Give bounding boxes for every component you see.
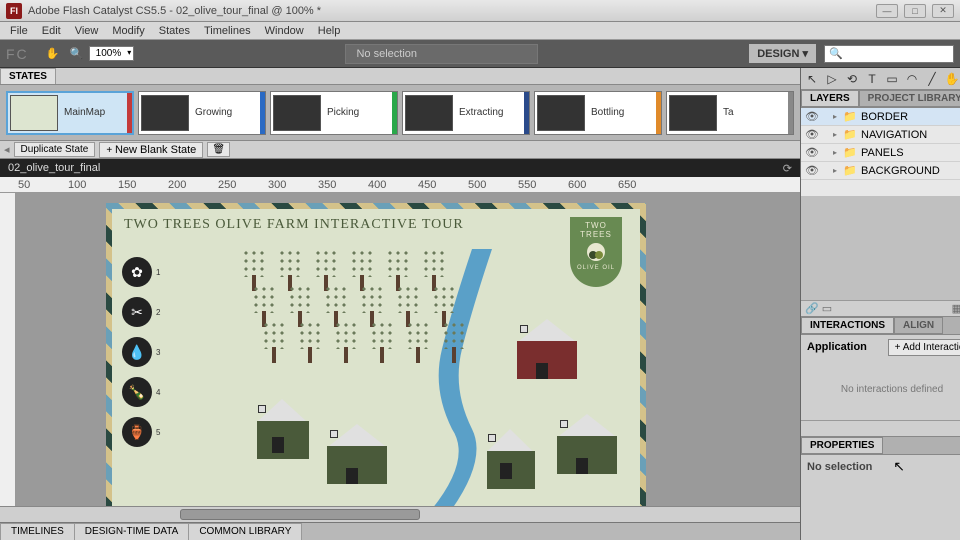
tab-layers[interactable]: LAYERS [801,90,859,107]
zoom-tool-icon[interactable]: 🔍 [68,45,86,63]
olive-icon [587,243,605,261]
tab-interactions[interactable]: INTERACTIONS [801,317,894,334]
tab-timelines[interactable]: TIMELINES [0,523,75,540]
window-title: Adobe Flash Catalyst CS5.5 - 02_olive_to… [28,5,876,17]
state-card-bottling[interactable]: Bottling [534,91,662,135]
hand-tool-icon[interactable]: ✋ [44,45,62,63]
logo-line1: TWO [585,221,607,230]
direct-select-icon[interactable]: ▷ [825,72,839,86]
logo-line2: TREES [580,230,612,239]
line-tool-icon[interactable]: ╱ [925,72,939,86]
minimize-button[interactable]: — [876,4,898,18]
add-interaction-button[interactable]: + Add Interaction [888,339,960,356]
artboard-title: TWO TREES OLIVE FARM INTERACTIVE TOUR [124,217,464,233]
horizontal-scrollbar[interactable] [0,506,800,522]
menu-edit[interactable]: Edit [36,23,67,39]
artboard[interactable]: TWO TREES OLIVE FARM INTERACTIVE TOUR TW… [106,203,646,506]
barn-green-2 [322,424,392,484]
transform-icon[interactable]: ⟲ [845,72,859,86]
logo-badge: TWO TREES OLIVE OIL [570,217,622,287]
fc-logo: FC [6,46,29,62]
selection-status: No selection [345,44,538,64]
duplicate-state-button[interactable]: Duplicate State [14,142,96,157]
states-strip: MainMapGrowingPickingExtractingBottlingT… [0,85,800,141]
menu-window[interactable]: Window [259,23,310,39]
text-tool-icon[interactable]: T [865,72,879,86]
mode-dropdown[interactable]: DESIGN ▾ [749,44,816,63]
menu-bar: File Edit View Modify States Timelines W… [0,22,960,40]
bottom-tab-bar: TIMELINES DESIGN-TIME DATA COMMON LIBRAR… [0,522,800,540]
menu-states[interactable]: States [153,23,196,39]
menu-modify[interactable]: Modify [106,23,150,39]
layer-panels[interactable]: 👁▸📁PANELS [801,144,960,162]
zoom-level-dropdown[interactable]: 100% [89,46,135,61]
menu-view[interactable]: View [69,23,105,39]
tree-grove [242,249,482,379]
states-tab[interactable]: STATES [0,68,56,84]
nav-dot-5[interactable]: 🏺5 [122,417,160,447]
tab-properties[interactable]: PROPERTIES [801,437,883,454]
delete-state-button[interactable]: 🗑 [207,142,230,157]
state-card-ta[interactable]: Ta [666,91,794,135]
interactions-empty: No interactions defined [801,360,960,420]
menu-timelines[interactable]: Timelines [198,23,257,39]
layer-background[interactable]: 👁▸📁BACKGROUND [801,162,960,180]
title-bar: Fl Adobe Flash Catalyst CS5.5 - 02_olive… [0,0,960,22]
search-input[interactable]: 🔍 [824,45,954,63]
barn-red [512,319,582,379]
menu-file[interactable]: File [4,23,34,39]
barn-green-4 [552,414,622,474]
properties-body: No selection [801,455,960,479]
rect-tool-icon[interactable]: ▭ [885,72,899,86]
layers-list: 👁▸📁BORDER👁▸📁NAVIGATION👁▸📁PANELS👁▸📁BACKGR… [801,108,960,196]
app-icon: Fl [6,3,22,19]
tab-design-time-data[interactable]: DESIGN-TIME DATA [74,523,190,540]
barn-green-3 [482,429,538,479]
hand-tool-icon-r[interactable]: ✋ [945,72,959,86]
layer-border[interactable]: 👁▸📁BORDER [801,108,960,126]
refresh-icon[interactable]: ⟳ [783,162,792,175]
layers-panel-tabs: LAYERS PROJECT LIBRARY [801,90,960,108]
new-layer-icon[interactable]: ▦ [952,303,960,315]
ruler-horizontal: 50100150200250300350400450500550600650 [0,177,800,193]
tab-project-library[interactable]: PROJECT LIBRARY [859,90,960,107]
logo-sub: OLIVE OIL [577,265,615,271]
state-card-extracting[interactable]: Extracting [402,91,530,135]
state-card-growing[interactable]: Growing [138,91,266,135]
layer-navigation[interactable]: 👁▸📁NAVIGATION [801,126,960,144]
link-icon[interactable]: 🔗 ▭ [805,302,832,315]
tab-align[interactable]: ALIGN [894,317,943,334]
state-card-mainmap[interactable]: MainMap [6,91,134,135]
layers-footer: 🔗 ▭ ▦ 🗑 [801,300,960,316]
states-actions: ◂ Duplicate State + New Blank State 🗑 [0,141,800,159]
nav-dot-list: ✿1 ✂2 💧3 🍾4 🏺5 [122,257,160,447]
close-button[interactable]: ✕ [932,4,954,18]
maximize-button[interactable]: □ [904,4,926,18]
document-name: 02_olive_tour_final [8,162,100,174]
search-icon: 🔍 [829,47,843,60]
new-blank-state-button[interactable]: + New Blank State [99,142,203,158]
app-toolbar: FC ✋ 🔍 100% No selection DESIGN ▾ 🔍 [0,40,960,68]
interactions-scope: Application [807,341,867,353]
tab-common-library[interactable]: COMMON LIBRARY [188,523,302,540]
ellipse-tool-icon[interactable]: ◠ [905,72,919,86]
select-tool-icon[interactable]: ↖ [805,72,819,86]
nav-dot-2[interactable]: ✂2 [122,297,160,327]
nav-dot-3[interactable]: 💧3 [122,337,160,367]
nav-dot-1[interactable]: ✿1 [122,257,160,287]
canvas[interactable]: TWO TREES OLIVE FARM INTERACTIVE TOUR TW… [16,193,800,506]
barn-green-1 [252,399,312,453]
right-tool-row: ↖ ▷ ⟲ T ▭ ◠ ╱ ✋ 🔍 [801,68,960,90]
document-title-bar: 02_olive_tour_final ⟳ [0,159,800,177]
menu-help[interactable]: Help [312,23,347,39]
states-panel-header: STATES [0,68,800,85]
nav-dot-4[interactable]: 🍾4 [122,377,160,407]
ruler-vertical [0,193,16,506]
state-card-picking[interactable]: Picking [270,91,398,135]
